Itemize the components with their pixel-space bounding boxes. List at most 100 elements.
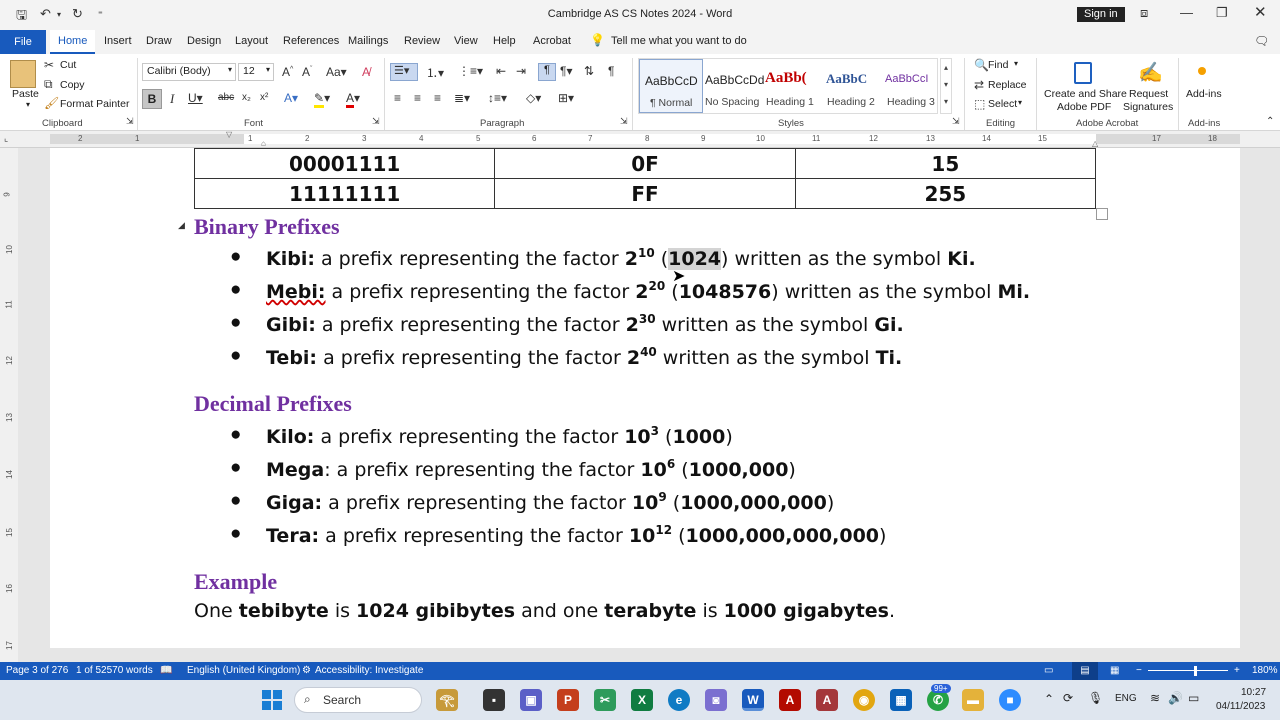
read-mode-icon[interactable]: ▭: [1044, 665, 1053, 676]
italic-button[interactable]: I: [170, 91, 174, 107]
tab-acrobat[interactable]: Acrobat: [533, 35, 571, 47]
table-cell[interactable]: FF: [494, 178, 796, 209]
taskbar-search[interactable]: ⌕ Search: [294, 687, 422, 713]
maximize-button[interactable]: ❐: [1216, 5, 1228, 21]
sort-icon[interactable]: ⇅: [584, 64, 594, 78]
word-icon[interactable]: W: [742, 689, 764, 711]
tab-review[interactable]: Review: [404, 35, 440, 47]
task-view-icon[interactable]: ▪: [483, 689, 505, 711]
microphone-icon[interactable]: 🎙: [1088, 691, 1103, 705]
table-cell[interactable]: 0F: [494, 148, 796, 179]
align-left-icon[interactable]: ≡: [394, 91, 401, 105]
find-icon[interactable]: 🔍: [974, 58, 989, 72]
tab-references[interactable]: References: [283, 35, 339, 47]
paste-dropdown-icon[interactable]: ▾: [26, 100, 30, 109]
zoom-out-button[interactable]: −: [1136, 665, 1142, 676]
subscript-button[interactable]: x₂: [242, 92, 251, 103]
collapse-heading-icon[interactable]: ◢: [178, 220, 185, 231]
language-indicator[interactable]: ENG: [1115, 693, 1137, 704]
first-line-indent-marker[interactable]: ▽: [226, 130, 232, 139]
align-right-icon[interactable]: ≡: [434, 91, 441, 105]
replace-button[interactable]: Replace: [988, 79, 1027, 91]
clear-formatting-icon[interactable]: A̸: [362, 65, 370, 79]
line-spacing-icon[interactable]: ↕≡▾: [488, 91, 507, 105]
numbering-icon[interactable]: ⒈▾: [426, 64, 444, 81]
sign-in-button[interactable]: Sign in: [1077, 7, 1125, 22]
cut-icon[interactable]: ✂: [44, 58, 54, 72]
tab-insert[interactable]: Insert: [104, 35, 132, 47]
battery-icon[interactable]: ▭: [1188, 691, 1199, 705]
onenote-icon[interactable]: ◙: [705, 689, 727, 711]
proofing-icon[interactable]: 📖: [160, 665, 172, 676]
teams-icon[interactable]: ▣: [520, 689, 542, 711]
text-effects-icon[interactable]: A▾: [284, 91, 298, 105]
style-no-spacing[interactable]: AaBbCcDd No Spacing: [701, 59, 764, 113]
borders-icon[interactable]: ⊞▾: [558, 91, 574, 105]
chevron-down-icon[interactable]: ▾: [1014, 59, 1018, 68]
vertical-ruler[interactable]: 9 10 11 12 13 14 15 16 17: [0, 148, 18, 662]
table-cell[interactable]: 11111111: [193, 178, 496, 209]
select-icon[interactable]: ⬚: [974, 97, 985, 111]
highlight-icon[interactable]: ✎▾: [314, 91, 330, 108]
page-count[interactable]: Page 3 of 276: [6, 665, 68, 676]
tab-home[interactable]: Home: [50, 30, 96, 54]
multilevel-list-icon[interactable]: ⋮≡▾: [458, 64, 483, 78]
clock-date[interactable]: 04/11/2023: [1216, 701, 1265, 712]
comments-icon[interactable]: 🗨: [1254, 34, 1269, 48]
add-ins-button[interactable]: Add-ins: [1186, 88, 1222, 100]
shading-icon[interactable]: ◇▾: [526, 91, 541, 105]
underline-button[interactable]: U▾: [188, 91, 203, 105]
store-icon[interactable]: ▦: [890, 689, 912, 711]
table-cell[interactable]: 00001111: [193, 148, 496, 179]
change-case-icon[interactable]: Aa▾: [326, 65, 347, 79]
request-signatures-icon[interactable]: ✍: [1138, 60, 1163, 85]
start-icon[interactable]: [262, 690, 282, 710]
right-indent-marker[interactable]: △: [1092, 139, 1098, 148]
align-center-icon[interactable]: ≡: [414, 91, 421, 105]
tab-layout[interactable]: Layout: [235, 35, 268, 47]
paste-icon[interactable]: [10, 60, 36, 88]
tab-design[interactable]: Design: [187, 35, 221, 47]
tab-mailings[interactable]: Mailings: [348, 35, 388, 47]
chevron-down-icon[interactable]: ▾: [1018, 98, 1022, 107]
request-signatures-button-line2[interactable]: Signatures: [1123, 101, 1173, 113]
cut-button[interactable]: Cut: [60, 59, 76, 71]
hex-table[interactable]: 00001111 0F 15 11111111 FF 255: [193, 148, 1097, 209]
zoom-level[interactable]: 180%: [1252, 665, 1278, 676]
create-pdf-button-line2[interactable]: Adobe PDF: [1057, 101, 1111, 113]
close-button[interactable]: ✕: [1254, 3, 1267, 21]
create-pdf-button[interactable]: Create and Share: [1044, 88, 1127, 100]
increase-indent-icon[interactable]: ⇥: [516, 64, 526, 78]
styles-launcher-icon[interactable]: ⇲: [952, 116, 960, 127]
word-count[interactable]: 1 of 52570 words: [76, 665, 153, 676]
table-resize-handle[interactable]: [1096, 208, 1108, 220]
font-size-combo[interactable]: 12 ▾: [238, 63, 274, 81]
excel-icon[interactable]: X: [631, 689, 653, 711]
request-signatures-button[interactable]: Request: [1129, 88, 1168, 100]
table-cell[interactable]: 15: [794, 148, 1097, 179]
print-layout-icon[interactable]: ▤: [1072, 662, 1098, 680]
tab-selector-icon[interactable]: ⌞: [4, 133, 8, 144]
show-hidden-icons-icon[interactable]: ⌃: [1044, 692, 1054, 706]
font-launcher-icon[interactable]: ⇲: [372, 116, 380, 127]
styles-scroll[interactable]: ▴ ▾ ▾: [940, 58, 952, 114]
bold-button[interactable]: B: [142, 89, 162, 109]
copy-icon[interactable]: ⧉: [44, 77, 53, 92]
tab-draw[interactable]: Draw: [146, 35, 172, 47]
zoom-in-button[interactable]: +: [1234, 665, 1240, 676]
edge-icon[interactable]: e: [668, 689, 690, 711]
zoom-slider[interactable]: [1148, 670, 1228, 671]
tab-help[interactable]: Help: [493, 35, 516, 47]
style-heading-2[interactable]: AaBbC Heading 2: [823, 59, 881, 113]
style-normal[interactable]: AaBbCcD ¶ Normal: [639, 59, 703, 113]
select-button[interactable]: Select: [988, 98, 1017, 110]
bullets-button[interactable]: ☰▾: [390, 63, 418, 81]
paragraph-launcher-icon[interactable]: ⇲: [620, 116, 628, 127]
widget-icon[interactable]: 𓂀: [436, 689, 458, 711]
grow-font-icon[interactable]: A^: [282, 65, 293, 79]
tell-me-box[interactable]: Tell me what you want to do: [611, 35, 747, 47]
show-marks-icon[interactable]: ¶: [608, 64, 614, 78]
collapse-ribbon-icon[interactable]: ⌃: [1266, 116, 1274, 127]
format-painter-button[interactable]: Format Painter: [60, 98, 129, 110]
decrease-indent-icon[interactable]: ⇤: [496, 64, 506, 78]
